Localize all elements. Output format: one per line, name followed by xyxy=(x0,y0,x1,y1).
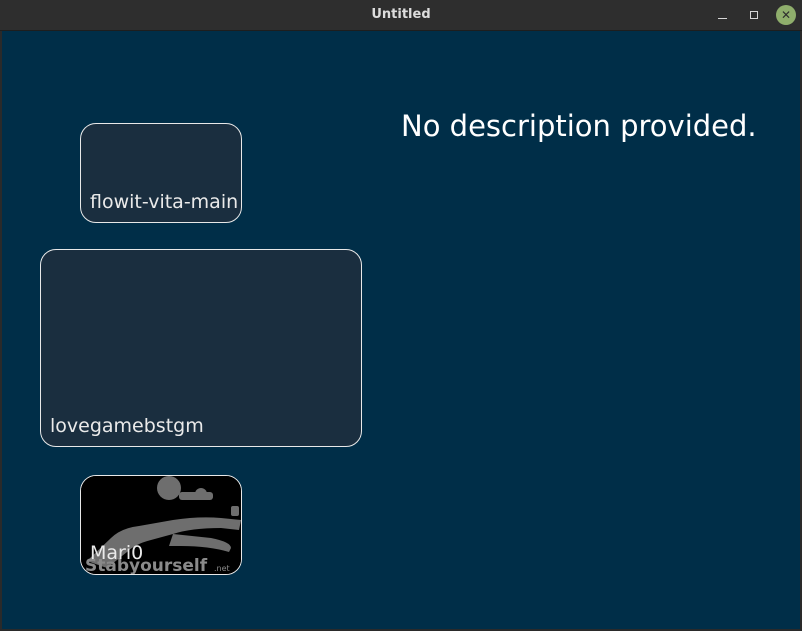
game-card-label: Mari0 xyxy=(90,542,144,564)
app-window: Untitled ✕ flowit-vita-main lovegamebstg… xyxy=(0,0,802,631)
game-card-mari0[interactable]: Stabyourself .net Mari0 xyxy=(80,475,242,575)
game-description: No description provided. xyxy=(401,109,757,143)
game-card-label: flowit-vita-main xyxy=(90,191,239,213)
game-card-label: lovegamebstgm xyxy=(50,415,204,437)
minimize-button[interactable] xyxy=(712,5,732,25)
thumbnail-logo-suffix: .net xyxy=(214,564,230,573)
window-title: Untitled xyxy=(371,7,431,22)
close-icon: ✕ xyxy=(780,8,792,22)
maximize-button[interactable] xyxy=(744,5,764,25)
game-card-lovegamebstgm[interactable]: lovegamebstgm xyxy=(40,249,362,447)
title-bar[interactable]: Untitled ✕ xyxy=(0,0,802,31)
game-browser: flowit-vita-main lovegamebstgm Stabyours… xyxy=(2,31,800,629)
close-button[interactable]: ✕ xyxy=(776,5,796,25)
maximize-icon xyxy=(750,11,758,19)
game-card-flowit[interactable]: flowit-vita-main xyxy=(80,123,242,223)
minimize-icon xyxy=(717,17,727,19)
